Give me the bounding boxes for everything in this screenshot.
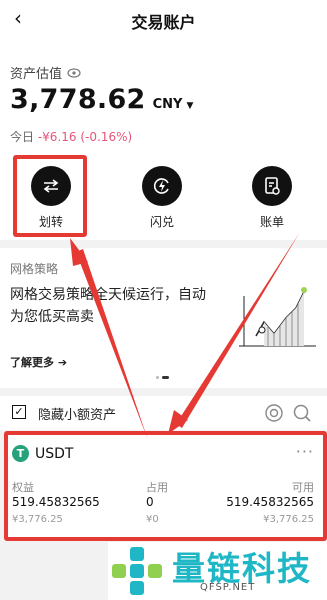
arrow-down-left bbox=[176, 232, 300, 428]
watermark-url: QFSP.NET bbox=[200, 582, 256, 593]
watermark: 量链科技 QFSP.NET bbox=[108, 542, 327, 600]
annotation-arrows bbox=[70, 232, 300, 440]
arrow-head-transfer bbox=[70, 238, 88, 266]
watermark-logo bbox=[112, 547, 162, 595]
arrow-up-left bbox=[76, 249, 148, 440]
